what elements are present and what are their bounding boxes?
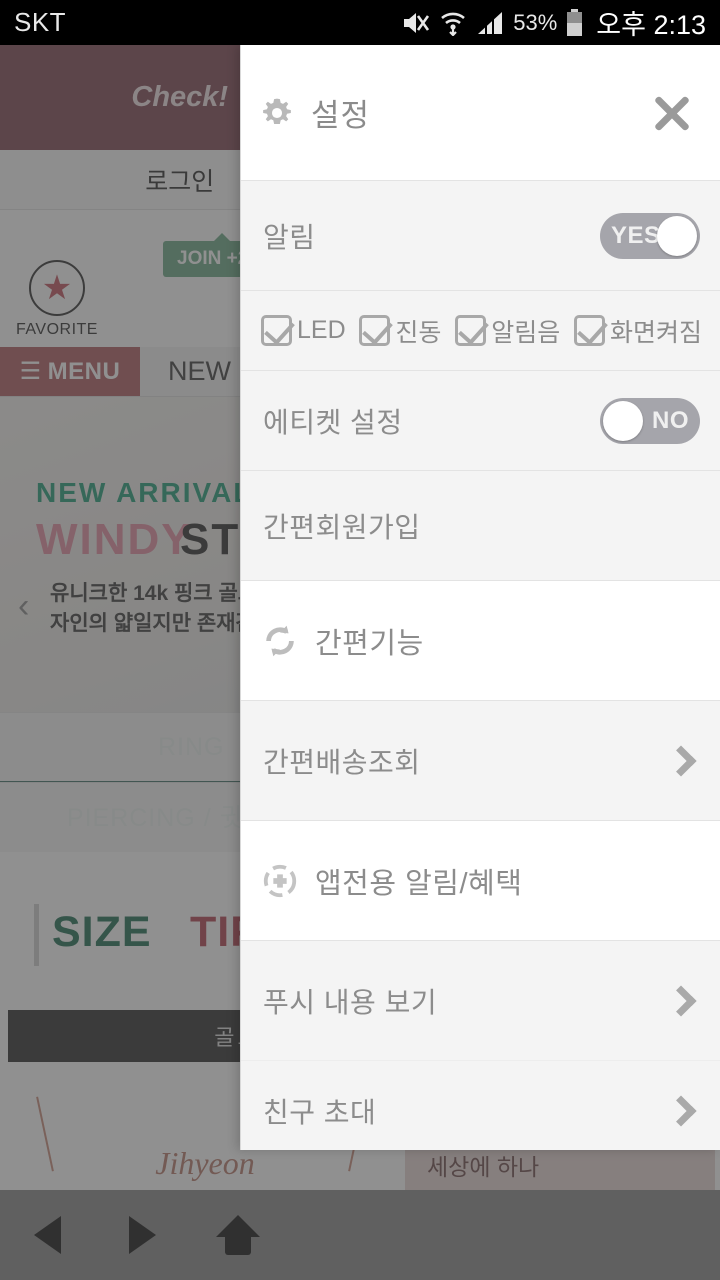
checkbox-vibration[interactable]: 진동 xyxy=(359,313,441,349)
bg-favorite-label: FAVORITE xyxy=(16,321,98,338)
invite-friend-label: 친구 초대 xyxy=(263,1096,377,1128)
chevron-left-icon[interactable]: ‹ xyxy=(18,587,29,626)
close-icon xyxy=(652,93,692,133)
checkbox-checked-icon xyxy=(359,315,391,346)
bg-size-tip-bar xyxy=(34,904,39,966)
notification-toggle-label: YES xyxy=(611,221,661,249)
delivery-lookup-label: 간편배송조회 xyxy=(263,746,421,778)
checkbox-sound-label: 알림음 xyxy=(491,318,561,347)
bg-size-tip-left: SIZE xyxy=(52,908,152,956)
row-delivery-lookup[interactable]: 간편배송조회 xyxy=(241,700,720,820)
checkbox-checked-icon xyxy=(261,315,292,346)
bg-hero-arrival: NEW ARRIVAL xyxy=(36,477,253,508)
etiquette-label: 에티켓 설정 xyxy=(263,406,403,438)
push-view-label: 푸시 내용 보기 xyxy=(263,986,438,1018)
status-icons: 53% 오후 2:13 xyxy=(400,3,706,42)
checkbox-led[interactable]: LED xyxy=(261,315,346,346)
notification-options-row: LED 진동 알림음 화면켜짐 xyxy=(241,290,720,370)
etiquette-toggle[interactable]: NO xyxy=(600,397,700,444)
section-header-easy-feature: 간편기능 xyxy=(241,580,720,700)
toggle-knob xyxy=(603,400,643,441)
close-button[interactable] xyxy=(646,87,698,139)
battery-icon xyxy=(567,8,583,36)
bg-menu-label: MENU xyxy=(47,357,121,385)
bg-menu-button[interactable]: ☰ MENU xyxy=(0,347,140,396)
row-notification[interactable]: 알림 YES xyxy=(241,180,720,290)
app-notice-label: 앱전용 알림/혜택 xyxy=(315,867,523,900)
battery-percent: 53% xyxy=(513,9,558,35)
settings-panel: 설정 알림 YES LED 진동 알림음 화면켜짐 에티켓 설정 NO 간편회원… xyxy=(240,45,720,1150)
chevron-right-icon xyxy=(665,984,697,1017)
gear-icon xyxy=(263,98,291,124)
carrier-label: SKT xyxy=(14,7,67,37)
section-header-app-notice: 앱전용 알림/혜택 xyxy=(241,820,720,940)
bg-favorite-button[interactable]: ★ FAVORITE xyxy=(16,260,98,339)
checkbox-checked-icon xyxy=(573,315,605,346)
back-arrow-icon xyxy=(34,1216,61,1254)
row-etiquette[interactable]: 에티켓 설정 NO xyxy=(241,370,720,470)
checkbox-screen-on-label: 화면켜짐 xyxy=(609,318,702,347)
wifi-icon xyxy=(441,12,466,36)
target-plus-icon xyxy=(263,864,297,897)
row-push-view[interactable]: 푸시 내용 보기 xyxy=(241,940,720,1060)
easy-signup-label: 간편회원가입 xyxy=(263,511,421,543)
forward-arrow-icon xyxy=(129,1216,156,1254)
bottom-nav-bar xyxy=(0,1190,720,1280)
etiquette-toggle-label: NO xyxy=(652,406,689,434)
nav-home-button[interactable] xyxy=(190,1215,285,1255)
mute-icon xyxy=(404,12,430,33)
nav-back-button[interactable] xyxy=(0,1216,95,1254)
nav-forward-button[interactable] xyxy=(95,1216,190,1254)
row-easy-signup[interactable]: 간편회원가입 xyxy=(241,470,720,580)
signal-icon xyxy=(478,11,503,34)
clock-label: 오후 2:13 xyxy=(596,10,706,40)
bg-hero-windy: WINDY xyxy=(36,515,193,564)
hamburger-icon: ☰ xyxy=(19,358,42,385)
chevron-right-icon xyxy=(665,1094,697,1127)
checkbox-vibration-label: 진동 xyxy=(395,318,442,347)
checkbox-led-label: LED xyxy=(297,316,346,344)
bg-product-line1: 세상에 하나 xyxy=(427,1154,540,1180)
checkbox-sound[interactable]: 알림음 xyxy=(455,313,560,349)
row-invite-friend[interactable]: 친구 초대 xyxy=(241,1060,720,1150)
settings-title: 설정 xyxy=(311,98,371,133)
screen-root: Check! 윈디 로그인 회원가입 JOIN +2000 ★ FAVORITE… xyxy=(0,0,720,1280)
settings-header: 설정 xyxy=(241,45,720,180)
star-icon: ★ xyxy=(41,269,73,307)
checkbox-checked-icon xyxy=(455,315,487,346)
easy-feature-label: 간편기능 xyxy=(315,627,424,660)
status-bar: SKT 53% 오후 2:13 xyxy=(0,0,720,45)
home-icon xyxy=(215,1215,260,1255)
notification-toggle[interactable]: YES xyxy=(600,212,700,259)
checkbox-screen-on[interactable]: 화면켜짐 xyxy=(573,313,702,349)
notification-label: 알림 xyxy=(263,221,316,253)
chevron-right-icon xyxy=(665,744,697,777)
refresh-icon xyxy=(266,625,294,656)
bg-favorite-circle: ★ xyxy=(29,260,85,316)
toggle-knob xyxy=(657,215,697,256)
